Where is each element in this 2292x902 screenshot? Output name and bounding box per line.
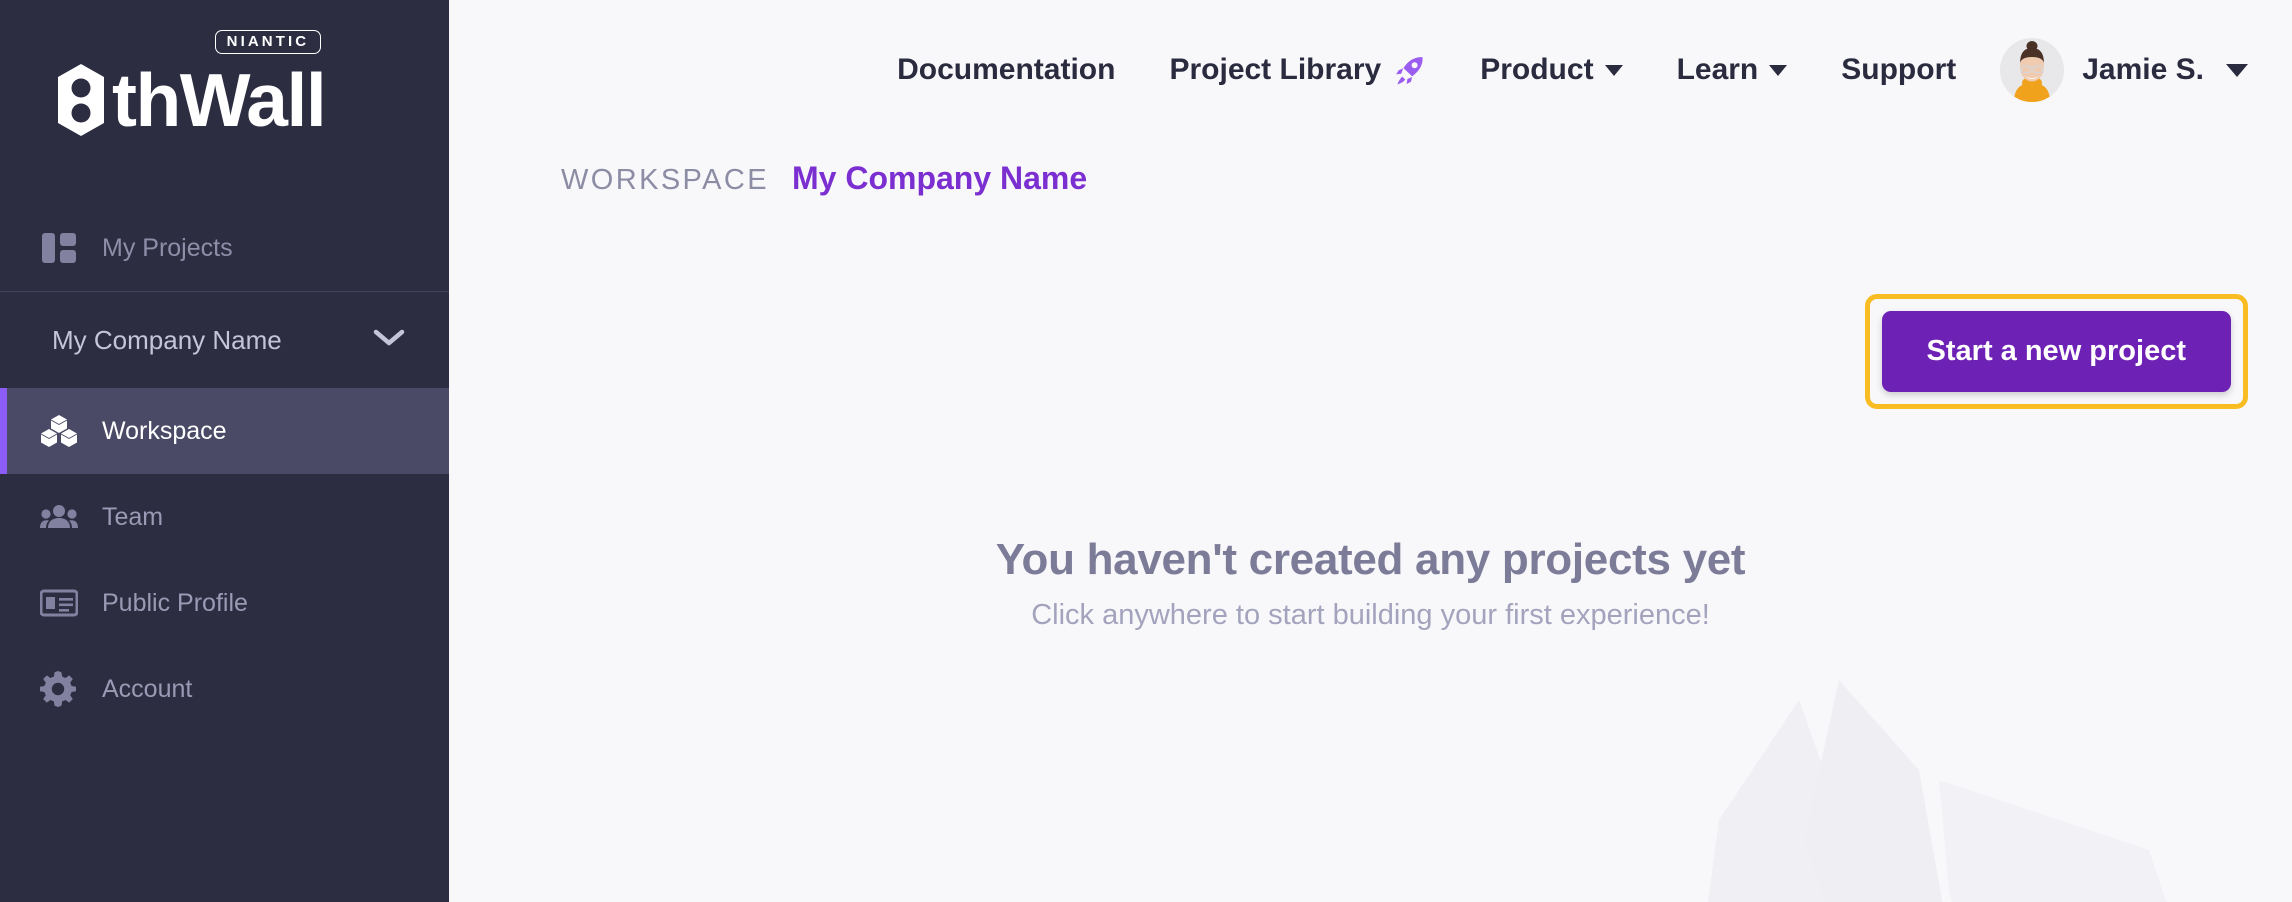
logo-text-rest: thWall: [112, 57, 327, 142]
start-project-highlight: Start a new project: [1864, 294, 2248, 409]
nav-item-label: Product: [1480, 53, 1594, 86]
nav-item-label: Learn: [1676, 53, 1759, 86]
top-navigation: Documentation Project Library Product Le…: [449, 0, 2292, 140]
breadcrumb-label: WORKSPACE: [561, 164, 769, 196]
sidebar-item-account[interactable]: Account: [0, 646, 449, 732]
cubes-icon: [40, 414, 86, 448]
nav-item-documentation[interactable]: Documentation: [897, 53, 1115, 87]
logo-mark: NIANTIC thWall: [52, 30, 327, 142]
user-name: Jamie S.: [2082, 53, 2204, 86]
rocket-icon: [1394, 54, 1426, 86]
nav-item-label: Documentation: [897, 53, 1116, 86]
sidebar-item-label: Team: [102, 502, 164, 531]
highlight-box: Start a new project: [1864, 294, 2248, 409]
avatar: [2000, 38, 2065, 102]
sidebar-item-label: Public Profile: [102, 588, 248, 617]
breadcrumb-value[interactable]: My Company Name: [792, 160, 1087, 197]
sidebar-item-my-projects[interactable]: My Projects: [0, 205, 449, 291]
logo-8-icon: [52, 62, 110, 138]
people-group-icon: [40, 503, 86, 531]
sidebar-item-workspace[interactable]: Workspace: [0, 388, 449, 474]
sidebar-nav: My Projects My Company Name Workspace Te…: [0, 205, 449, 732]
chevron-down-icon: [1769, 64, 1788, 76]
empty-state[interactable]: You haven't created any projects yet Cli…: [449, 535, 2292, 632]
background-watermark-graphic: [1708, 680, 2167, 902]
nav-item-label: Project Library: [1169, 53, 1382, 86]
main-content: Documentation Project Library Product Le…: [449, 0, 2292, 902]
brand-logo[interactable]: NIANTIC thWall: [0, 0, 392, 143]
empty-state-title: You haven't created any projects yet: [995, 535, 1746, 584]
sidebar-item-label: Account: [102, 674, 193, 703]
chevron-down-icon: [2226, 63, 2248, 77]
sidebar-item-label: Workspace: [102, 416, 227, 445]
sidebar-company-switcher[interactable]: My Company Name: [0, 292, 449, 388]
app-root: NIANTIC thWall My Projects My Company Na…: [0, 0, 2292, 902]
start-new-project-button[interactable]: Start a new project: [1881, 311, 2231, 392]
nav-item-support[interactable]: Support: [1841, 53, 1956, 87]
chevron-down-icon: [373, 328, 405, 353]
sidebar: NIANTIC thWall My Projects My Company Na…: [0, 0, 449, 902]
dashboard-grid-icon: [40, 229, 86, 267]
nav-item-learn[interactable]: Learn: [1677, 53, 1788, 87]
logo-wordmark: thWall: [52, 57, 327, 142]
sidebar-item-public-profile[interactable]: Public Profile: [0, 560, 449, 646]
nav-item-product[interactable]: Product: [1480, 53, 1623, 87]
breadcrumb: WORKSPACE My Company Name: [449, 160, 2292, 197]
niantic-badge: NIANTIC: [214, 30, 322, 54]
nav-item-project-library[interactable]: Project Library: [1169, 53, 1426, 87]
chevron-down-icon: [1604, 64, 1623, 76]
user-menu[interactable]: Jamie S.: [2000, 38, 2248, 102]
empty-state-subtitle: Click anywhere to start building your fi…: [1031, 599, 1710, 631]
sidebar-item-team[interactable]: Team: [0, 474, 449, 560]
sidebar-company-name: My Company Name: [52, 324, 282, 355]
nav-item-label: Support: [1841, 53, 1957, 86]
gear-icon: [40, 671, 86, 707]
id-card-icon: [40, 589, 86, 617]
sidebar-item-label: My Projects: [102, 233, 233, 262]
